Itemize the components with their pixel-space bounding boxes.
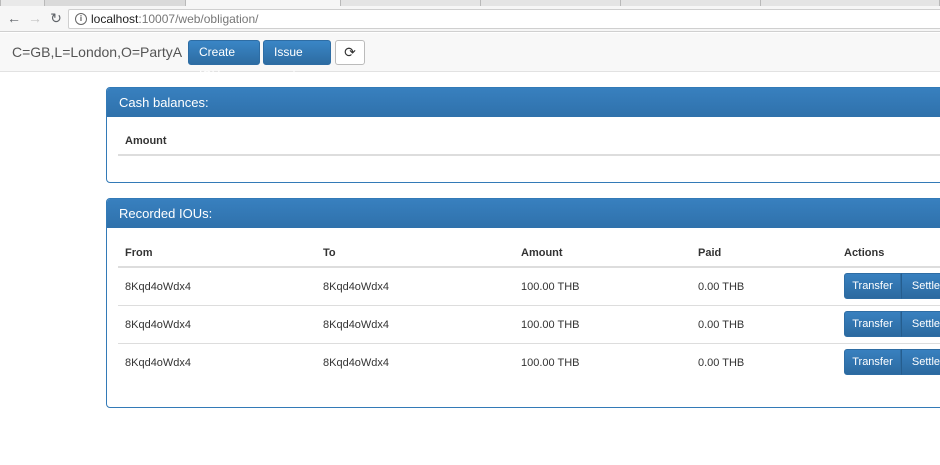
cell-paid: 0.00 THB <box>698 281 745 293</box>
cell-amount: 100.00 THB <box>521 281 580 293</box>
reload-icon[interactable]: ↻ <box>48 10 64 26</box>
row-actions: Transfer Settle <box>844 349 940 375</box>
column-header-amount: Amount <box>125 135 167 147</box>
cell-to: 8Kqd4oWdx4 <box>323 319 390 331</box>
transfer-button[interactable]: Transfer <box>844 311 901 337</box>
column-header-from: From <box>125 247 153 259</box>
row-divider <box>118 305 940 306</box>
column-header-amount: Amount <box>521 247 563 259</box>
url-text: localhost:10007/web/obligation/ <box>91 12 258 26</box>
cell-amount: 100.00 THB <box>521 319 580 331</box>
transfer-button[interactable]: Transfer <box>844 273 901 299</box>
issue-cash-button[interactable]: Issue cash <box>263 40 331 82</box>
cell-from: 8Kqd4oWdx4 <box>125 319 192 331</box>
cell-to: 8Kqd4oWdx4 <box>323 357 390 369</box>
column-header-actions: Actions <box>844 247 885 259</box>
refresh-icon: ⟳ <box>344 44 356 60</box>
address-bar[interactable]: i localhost:10007/web/obligation/ <box>68 9 940 29</box>
recorded-ious-panel: Recorded IOUs: From To Amount Paid Actio… <box>106 198 940 408</box>
cell-paid: 0.00 THB <box>698 319 745 331</box>
info-icon[interactable]: i <box>75 13 87 25</box>
row-divider <box>118 343 940 344</box>
table-divider <box>118 266 940 268</box>
url-host: localhost <box>91 12 139 26</box>
app-header: C=GB,L=London,O=PartyA Create IOU Issue … <box>0 33 940 82</box>
settle-button[interactable]: Settle <box>901 311 940 337</box>
row-actions: Transfer Settle <box>844 273 940 299</box>
cash-balances-title: Cash balances: <box>107 88 940 117</box>
party-name: C=GB,L=London,O=PartyA <box>12 44 183 60</box>
row-actions: Transfer Settle <box>844 311 940 337</box>
cell-to: 8Kqd4oWdx4 <box>323 281 390 293</box>
cell-amount: 100.00 THB <box>521 357 580 369</box>
refresh-button[interactable]: ⟳ <box>335 40 365 65</box>
recorded-ious-title: Recorded IOUs: <box>107 199 940 228</box>
cell-from: 8Kqd4oWdx4 <box>125 281 192 293</box>
table-divider <box>118 154 940 156</box>
back-arrow-icon[interactable]: ← <box>6 10 22 26</box>
create-iou-button[interactable]: Create IOU <box>188 40 260 82</box>
transfer-button[interactable]: Transfer <box>844 349 901 375</box>
browser-toolbar: ← → ↻ i localhost:10007/web/obligation/ <box>0 6 940 32</box>
cell-paid: 0.00 THB <box>698 357 745 369</box>
column-header-paid: Paid <box>698 247 722 259</box>
url-path: :10007/web/obligation/ <box>138 12 259 26</box>
settle-button[interactable]: Settle <box>901 273 940 299</box>
cell-from: 8Kqd4oWdx4 <box>125 357 192 369</box>
column-header-to: To <box>323 247 336 259</box>
cash-balances-panel: Cash balances: Amount <box>106 87 940 183</box>
forward-arrow-icon[interactable]: → <box>27 10 43 26</box>
settle-button[interactable]: Settle <box>901 349 940 375</box>
